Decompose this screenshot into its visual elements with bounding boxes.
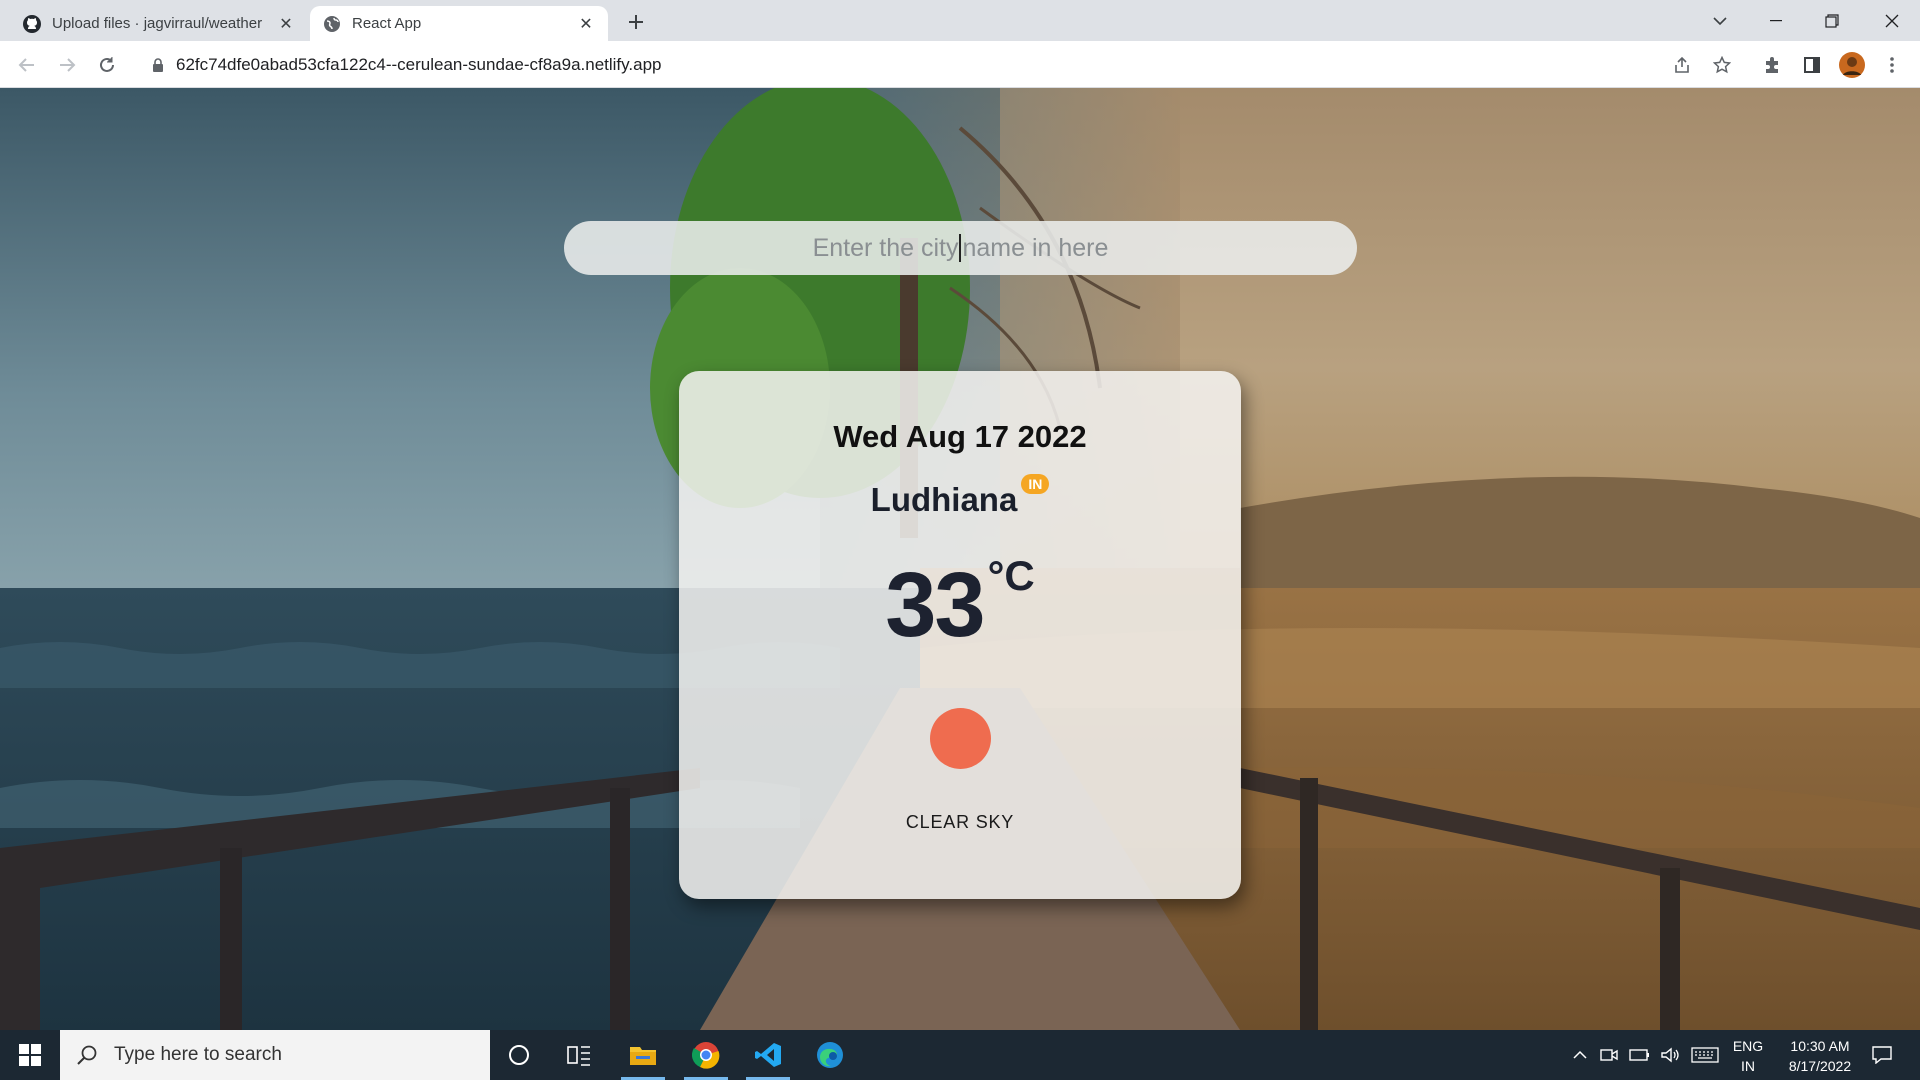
volume-icon[interactable] [1656, 1030, 1684, 1080]
address-bar[interactable]: 62fc74dfe0abad53cfa122c4--cerulean-sunda… [138, 47, 1738, 82]
file-explorer-icon[interactable] [615, 1030, 671, 1080]
search-placeholder-end: name in here [962, 233, 1109, 262]
task-view-icon[interactable] [551, 1030, 607, 1080]
sun-icon [930, 708, 991, 769]
tab-title: React App [352, 15, 422, 32]
browser-toolbar: 62fc74dfe0abad53cfa122c4--cerulean-sunda… [0, 41, 1920, 88]
temperature-value: 33 [885, 554, 985, 656]
back-icon[interactable] [12, 50, 42, 80]
country-badge: IN [1021, 474, 1050, 494]
github-icon [22, 14, 42, 34]
clock-date: 8/17/2022 [1788, 1058, 1852, 1074]
vscode-icon[interactable] [740, 1030, 796, 1080]
globe-icon [322, 14, 342, 34]
bookmark-star-icon[interactable] [1707, 50, 1737, 80]
share-icon[interactable] [1667, 50, 1697, 80]
show-hidden-icons-icon[interactable] [1567, 1030, 1593, 1080]
side-panel-icon[interactable] [1797, 50, 1827, 80]
text-caret [959, 234, 962, 262]
location: Ludhiana IN [679, 474, 1241, 519]
reload-icon[interactable] [92, 50, 122, 80]
city-search-input[interactable]: Enter the city name in here [564, 221, 1357, 275]
close-window-icon[interactable] [1864, 0, 1920, 41]
temperature-unit: °C [987, 552, 1035, 599]
close-tab-icon[interactable]: ✕ [576, 14, 596, 34]
tab-github[interactable]: Upload files · jagvirraul/weather ✕ [10, 6, 308, 41]
battery-icon[interactable] [1624, 1030, 1654, 1080]
weather-description: CLEAR SKY [905, 812, 1015, 832]
new-tab-button[interactable] [622, 8, 650, 36]
forward-icon[interactable] [52, 50, 82, 80]
windows-taskbar: Type here to search ENG IN 10:30 AM 8/17… [0, 1030, 1920, 1080]
chrome-icon[interactable] [678, 1030, 734, 1080]
region-code: IN [1741, 1058, 1755, 1074]
cortana-icon[interactable] [491, 1030, 547, 1080]
close-tab-icon[interactable]: ✕ [276, 14, 296, 34]
clock-time: 10:30 AM [1790, 1038, 1850, 1054]
search-placeholder-start: Enter the city [812, 233, 959, 262]
page-viewport: Enter the city name in here Wed Aug 17 20… [0, 88, 1920, 1030]
edge-icon[interactable] [802, 1030, 858, 1080]
tab-strip: Upload files · jagvirraul/weather ✕ Reac… [0, 0, 1920, 41]
current-date: Wed Aug 17 2022 [833, 419, 1087, 454]
windows-start-icon[interactable] [0, 1030, 60, 1080]
tab-title: Upload files · jagvirraul/weather [52, 15, 263, 32]
taskbar-search-placeholder: Type here to search [114, 1044, 282, 1065]
profile-avatar[interactable] [1837, 50, 1867, 80]
notification-icon[interactable] [1862, 1030, 1902, 1080]
tab-react-app[interactable]: React App ✕ [310, 6, 608, 41]
meet-now-icon[interactable] [1596, 1030, 1622, 1080]
taskbar-search-box[interactable]: Type here to search [60, 1030, 490, 1080]
restore-icon[interactable] [1804, 0, 1860, 41]
lock-icon[interactable] [150, 57, 166, 73]
keyboard-icon[interactable] [1688, 1030, 1722, 1080]
chrome-menu-icon[interactable] [1877, 50, 1907, 80]
language-code: ENG [1732, 1038, 1764, 1054]
tab-search-icon[interactable] [1692, 0, 1748, 41]
search-icon [74, 1042, 100, 1068]
temperature: 33°C [679, 552, 1241, 658]
extensions-icon[interactable] [1757, 50, 1787, 80]
url-text: 62fc74dfe0abad53cfa122c4--cerulean-sunda… [176, 54, 662, 74]
input-language[interactable]: ENG IN [1726, 1036, 1770, 1076]
minimize-icon[interactable] [1748, 0, 1804, 41]
city-name: Ludhiana [870, 481, 1018, 518]
weather-card: Wed Aug 17 2022 Ludhiana IN 33°C CLEAR SK… [679, 371, 1241, 899]
system-clock[interactable]: 10:30 AM 8/17/2022 [1772, 1036, 1868, 1076]
